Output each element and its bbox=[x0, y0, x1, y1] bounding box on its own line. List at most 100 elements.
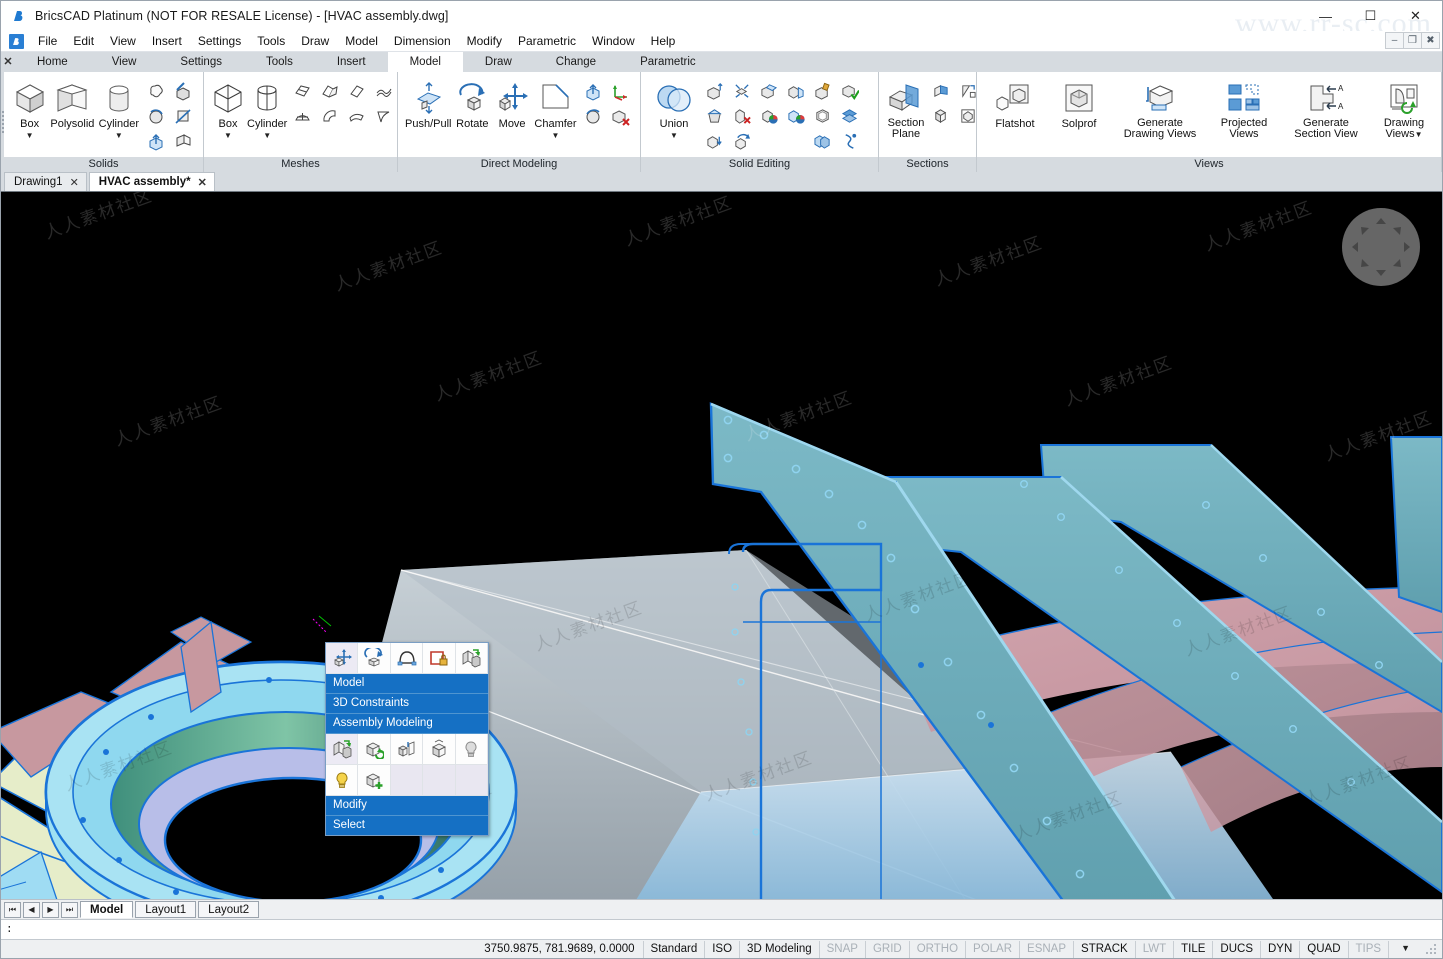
ribbon-button-drawing-views[interactable]: Drawing Views▼ bbox=[1374, 76, 1434, 140]
status-item-strack[interactable]: STRACK bbox=[1073, 940, 1135, 958]
quad-context-menu[interactable]: Model 3D Constraints Assembly Modeling M… bbox=[325, 642, 489, 836]
se-rotate-face-icon[interactable] bbox=[729, 129, 755, 153]
quad-section-3d-constraints[interactable]: 3D Constraints bbox=[326, 694, 488, 714]
status-item-tips[interactable]: TIPS bbox=[1347, 940, 1389, 958]
quad-lock-button[interactable] bbox=[423, 643, 456, 674]
first-layout-button[interactable]: ⏮ bbox=[4, 901, 21, 918]
mesh-edge-icon[interactable] bbox=[370, 104, 396, 128]
status-item-snap[interactable]: SNAP bbox=[818, 940, 865, 958]
se-taper-icon[interactable] bbox=[702, 104, 728, 128]
quad-bulb-off-button[interactable] bbox=[455, 734, 489, 765]
chevron-down-icon[interactable]: ▼ bbox=[552, 131, 560, 140]
dm-delete-face-icon[interactable] bbox=[607, 104, 633, 128]
menu-item-view[interactable]: View bbox=[102, 32, 144, 50]
menu-item-insert[interactable]: Insert bbox=[144, 32, 190, 50]
close-icon[interactable]: ✕ bbox=[198, 176, 207, 189]
ribbon-button-push-pull[interactable]: Push/Pull bbox=[405, 76, 451, 130]
quad-section-assembly-modeling[interactable]: Assembly Modeling bbox=[326, 714, 488, 734]
quad-component-explode-button[interactable] bbox=[423, 734, 456, 765]
solid-revolve-icon[interactable] bbox=[143, 104, 169, 128]
solid-extrude-icon[interactable] bbox=[143, 129, 169, 153]
quad-component-refresh-button[interactable] bbox=[358, 734, 391, 765]
quad-rotate-3d-button[interactable] bbox=[358, 643, 391, 674]
menu-item-file[interactable]: File bbox=[30, 32, 65, 50]
dm-extrude-icon[interactable] bbox=[580, 79, 606, 103]
ribbon-button-chamfer[interactable]: Chamfer ▼ bbox=[533, 76, 578, 140]
quad-section-model[interactable]: Model bbox=[326, 674, 488, 694]
status-item-polar[interactable]: POLAR bbox=[965, 940, 1019, 958]
ribbon-tab-change[interactable]: Change bbox=[534, 52, 618, 72]
quad-section-modify[interactable]: Modify bbox=[326, 796, 488, 816]
ribbon-button-generate-section-view[interactable]: A A Generate Section View bbox=[1280, 76, 1372, 140]
se-delete-icon[interactable] bbox=[729, 104, 755, 128]
ribbon-button-flatshot[interactable]: Flatshot bbox=[984, 76, 1046, 130]
mesh-ruled-icon[interactable] bbox=[343, 104, 369, 128]
menu-item-draw[interactable]: Draw bbox=[293, 32, 337, 50]
solid-loft-icon[interactable] bbox=[170, 129, 196, 153]
quad-sweep-button[interactable] bbox=[390, 643, 424, 674]
mesh-dome-icon[interactable] bbox=[289, 104, 315, 128]
se-color-face-icon[interactable] bbox=[756, 104, 782, 128]
menu-item-model[interactable]: Model bbox=[337, 32, 386, 50]
mesh-revolve-icon[interactable] bbox=[316, 104, 342, 128]
se-explode-icon[interactable] bbox=[729, 79, 755, 103]
ribbon-button-solid-cylinder[interactable]: Cylinder ▼ bbox=[97, 76, 141, 140]
quad-move-3d-button[interactable] bbox=[326, 643, 359, 674]
document-close-button[interactable]: ✖ bbox=[1421, 32, 1440, 49]
document-tab-hvac-assembly[interactable]: HVAC assembly* ✕ bbox=[88, 172, 215, 191]
ribbon-tab-view[interactable]: View bbox=[90, 52, 159, 72]
se-separate-icon[interactable] bbox=[837, 104, 863, 128]
se-copy-face-icon[interactable] bbox=[783, 79, 809, 103]
layout-tab-model[interactable]: Model bbox=[80, 901, 134, 918]
quad-component-edit-button[interactable] bbox=[390, 734, 424, 765]
menu-item-dimension[interactable]: Dimension bbox=[386, 32, 459, 50]
se-extrude-face-icon[interactable] bbox=[702, 79, 728, 103]
ribbon-close-icon[interactable]: ✕ bbox=[1, 52, 15, 72]
layout-tab-layout2[interactable]: Layout2 bbox=[198, 901, 260, 918]
se-check-icon[interactable] bbox=[837, 79, 863, 103]
chevron-down-icon[interactable]: ▼ bbox=[115, 131, 123, 140]
se-slice-icon[interactable] bbox=[837, 129, 863, 153]
se-offset-face-icon[interactable] bbox=[702, 129, 728, 153]
se-shell-icon[interactable] bbox=[810, 104, 836, 128]
solid-blob-icon[interactable] bbox=[143, 79, 169, 103]
command-line[interactable]: : bbox=[1, 919, 1442, 939]
status-item-grid[interactable]: GRID bbox=[864, 940, 909, 958]
ribbon-button-move[interactable]: Move bbox=[493, 76, 531, 130]
chevron-down-icon[interactable]: ▼ bbox=[670, 131, 678, 140]
mesh-wedge-icon[interactable] bbox=[343, 79, 369, 103]
solid-paint-icon[interactable] bbox=[170, 79, 196, 103]
section-block-icon[interactable] bbox=[928, 104, 954, 128]
drawing-viewport[interactable]: 人人素材社区 人人素材社区 人人素材社区 人人素材社区 人人素材社区 人人素材社… bbox=[1, 191, 1442, 899]
chevron-down-icon[interactable]: ▼ bbox=[263, 131, 271, 140]
orbit-navigation-widget[interactable] bbox=[1342, 208, 1420, 286]
layout-tab-layout1[interactable]: Layout1 bbox=[135, 901, 197, 918]
menu-item-modify[interactable]: Modify bbox=[459, 32, 510, 50]
status-item-3d-modeling[interactable]: 3D Modeling bbox=[739, 940, 819, 958]
ribbon-button-generate-drawing-views[interactable]: Generate Drawing Views bbox=[1112, 76, 1208, 140]
quad-section-select[interactable]: Select bbox=[326, 816, 488, 835]
ribbon-button-projected-views[interactable]: Projected Views bbox=[1210, 76, 1278, 140]
ribbon-button-polysolid[interactable]: Polysolid bbox=[50, 76, 94, 130]
quad-bulb-on-button[interactable] bbox=[326, 765, 359, 796]
ribbon-tab-tools[interactable]: Tools bbox=[244, 52, 315, 72]
ribbon-button-mesh-box[interactable]: Box ▼ bbox=[211, 76, 245, 140]
status-overflow-chevron-down-icon[interactable]: ▼ bbox=[1388, 940, 1420, 958]
ribbon-tab-draw[interactable]: Draw bbox=[463, 52, 534, 72]
status-item-iso[interactable]: ISO bbox=[704, 940, 739, 958]
ribbon-button-union[interactable]: Union ▼ bbox=[648, 76, 700, 140]
menu-item-help[interactable]: Help bbox=[643, 32, 684, 50]
previous-layout-button[interactable]: ◀ bbox=[23, 901, 40, 918]
se-imprint-icon[interactable] bbox=[756, 79, 782, 103]
last-layout-button[interactable]: ⏭ bbox=[61, 901, 78, 918]
document-minimize-button[interactable]: – bbox=[1385, 32, 1404, 49]
dm-revolve-icon[interactable] bbox=[580, 104, 606, 128]
status-item-quad[interactable]: QUAD bbox=[1299, 940, 1347, 958]
close-button[interactable]: ✕ bbox=[1393, 2, 1438, 31]
ribbon-button-solid-box[interactable]: Box ▼ bbox=[11, 76, 48, 140]
section-live-icon[interactable] bbox=[928, 79, 954, 103]
ribbon-button-section-plane[interactable]: Section Plane bbox=[886, 76, 926, 140]
document-restore-button[interactable]: ❐ bbox=[1403, 32, 1422, 49]
status-item-ducs[interactable]: DUCS bbox=[1212, 940, 1260, 958]
status-item-lwt[interactable]: LWT bbox=[1134, 940, 1173, 958]
